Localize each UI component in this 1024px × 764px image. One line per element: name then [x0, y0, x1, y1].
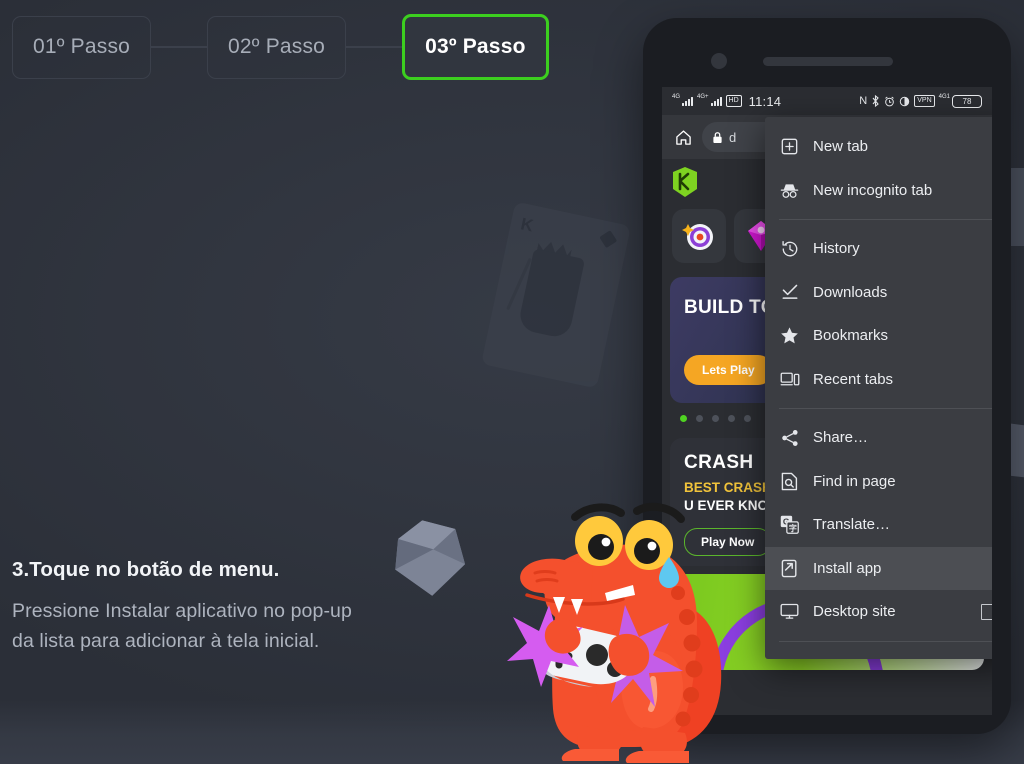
menu-item-new-incognito-tab[interactable]: New incognito tab	[765, 169, 992, 213]
card-diamond-pip	[599, 230, 618, 249]
find-in-page-icon	[779, 471, 800, 492]
menu-item-downloads[interactable]: Downloads	[765, 271, 992, 315]
data-label: 4G1	[938, 94, 950, 100]
downloads-icon	[779, 282, 800, 303]
stepper: 01º Passo 02º Passo 03º Passo	[12, 14, 549, 80]
desktop-site-checkbox[interactable]	[981, 603, 992, 620]
url-text: d	[729, 129, 737, 145]
home-icon[interactable]	[670, 129, 696, 146]
step-03[interactable]: 03º Passo	[402, 14, 549, 80]
step-connector-1	[151, 46, 208, 48]
history-icon	[779, 238, 800, 259]
menu-item-label: Translate…	[813, 516, 890, 534]
menu-item-label: Bookmarks	[813, 327, 889, 345]
menu-item-label: Desktop site	[813, 603, 896, 621]
card-rank-label: K	[519, 214, 536, 236]
target-game-icon	[682, 224, 713, 250]
menu-item-recent-tabs[interactable]: Recent tabs	[765, 358, 992, 402]
bluetooth-icon	[872, 95, 880, 107]
carousel-dot-1[interactable]	[680, 415, 687, 422]
phone-earpiece-speaker	[763, 57, 893, 66]
nfc-icon: N	[859, 94, 868, 107]
menu-item-label: History	[813, 240, 860, 258]
incognito-icon	[779, 180, 800, 201]
lets-play-button[interactable]: Lets Play	[684, 355, 773, 385]
menu-separator-1	[779, 219, 992, 220]
step-connector-2	[346, 46, 403, 48]
vpn-badge: VPN	[914, 95, 935, 107]
signal-bars-2-icon	[710, 96, 722, 106]
carousel-dot-3[interactable]	[712, 415, 719, 422]
menu-separator-3	[779, 640, 992, 642]
menu-item-install-app[interactable]: Install app	[765, 546, 992, 590]
hd-badge: HD	[725, 95, 742, 107]
menu-item-label: New tab	[813, 138, 869, 156]
menu-item-translate[interactable]: G 字 Translate…	[765, 503, 992, 547]
menu-item-label: Recent tabs	[813, 370, 894, 388]
new-tab-icon	[779, 136, 800, 157]
lock-icon	[713, 131, 722, 143]
game-tile-target[interactable]	[672, 209, 726, 263]
instruction-body: Pressione Instalar aplicativo no pop-up …	[12, 600, 352, 653]
menu-item-label: Find in page	[813, 472, 896, 490]
battery-indicator: 78	[952, 94, 982, 108]
desktop-site-icon	[779, 601, 800, 622]
browser-app-menu: New tab New incognito tab History Downlo…	[765, 117, 992, 659]
menu-item-new-tab[interactable]: New tab	[765, 125, 992, 169]
menu-item-history[interactable]: History	[765, 227, 992, 271]
star-filled-icon	[779, 325, 800, 346]
network-label-1: 4G	[672, 94, 681, 100]
menu-item-label: Share…	[813, 429, 869, 447]
menu-item-label: New incognito tab	[813, 181, 933, 199]
alarm-icon	[885, 96, 895, 106]
svg-text:字: 字	[789, 523, 797, 533]
menu-item-desktop-site[interactable]: Desktop site	[765, 590, 992, 634]
carousel-dot-4[interactable]	[728, 415, 735, 422]
instructions-block: 3.Toque no botão de menu. Pressione Inst…	[12, 558, 372, 656]
crash-title: CRASH	[684, 452, 754, 473]
brand-logo[interactable]	[672, 167, 698, 197]
crash-subtitle-1: BEST CRASH	[684, 480, 772, 495]
phone-camera-dot	[711, 53, 727, 69]
status-bar: 4G 4G+ HD 11:14 N VPN 4G1 78	[662, 87, 992, 115]
menu-item-bookmarks[interactable]: Bookmarks	[765, 314, 992, 358]
status-bar-clock: 11:14	[748, 93, 782, 109]
recent-tabs-icon	[779, 369, 800, 390]
step-02[interactable]: 02º Passo	[207, 15, 347, 79]
carousel-dot-5[interactable]	[744, 415, 751, 422]
menu-item-label: Downloads	[813, 283, 888, 301]
menu-item-find-in-page[interactable]: Find in page	[765, 460, 992, 504]
instruction-title: 3.Toque no botão de menu.	[12, 558, 280, 581]
menu-item-label: Install app	[813, 559, 882, 577]
translate-icon: G 字	[779, 514, 800, 535]
install-app-icon	[779, 558, 800, 579]
dinosaur-mascot	[507, 502, 722, 763]
signal-bars-1-icon	[682, 96, 694, 106]
carousel-dot-2[interactable]	[696, 415, 703, 422]
menu-separator-2	[779, 408, 992, 409]
menu-item-share[interactable]: Share…	[765, 416, 992, 460]
contrast-icon	[900, 96, 910, 106]
network-label-2: 4G+	[697, 94, 709, 100]
step-01[interactable]: 01º Passo	[12, 15, 152, 79]
share-icon	[779, 427, 800, 448]
gem-icon	[395, 520, 466, 596]
